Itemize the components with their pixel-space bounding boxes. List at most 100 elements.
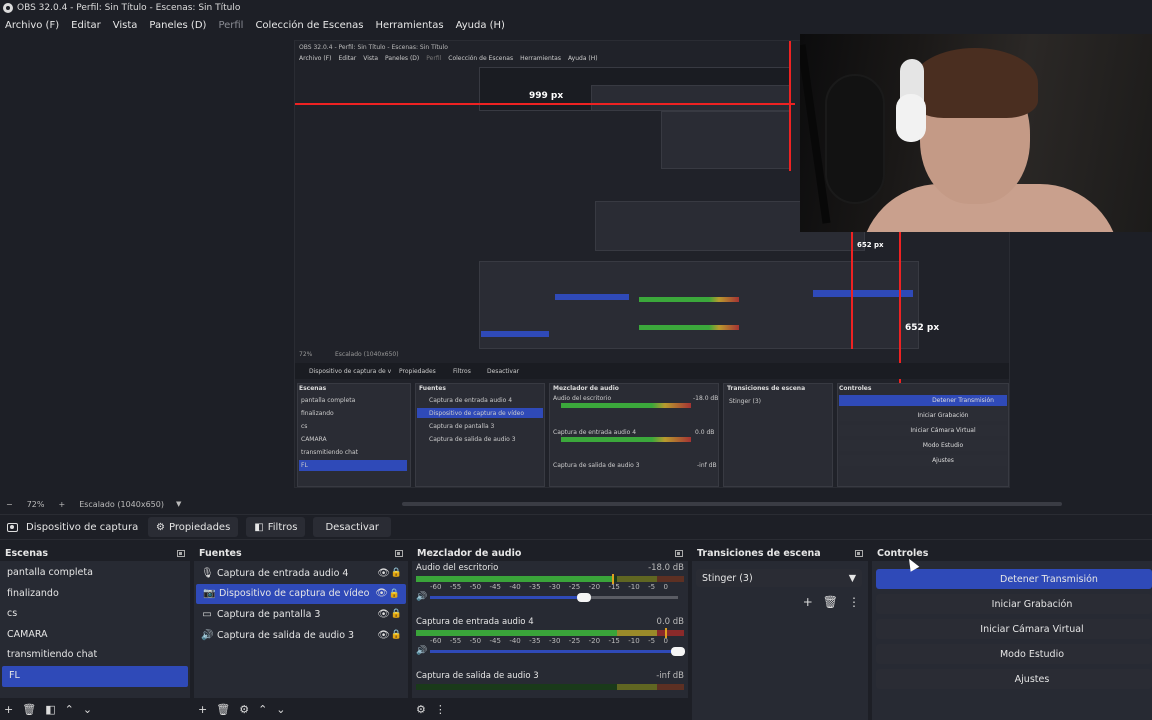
visibility-eye-icon[interactable]: 👁 [377, 568, 390, 579]
scene-item[interactable]: pantalla completa [0, 563, 190, 584]
meter-green-segment [416, 630, 617, 636]
meter-tick-label: 0 [663, 583, 668, 591]
transition-menu-icon[interactable]: ⋮ [848, 595, 860, 609]
meter-tick-label: -60 [430, 583, 442, 591]
meter-tick-label: -30 [548, 583, 561, 591]
remove-source-icon[interactable]: 🗑 [216, 703, 230, 716]
lock-icon[interactable]: 🔒 [391, 609, 402, 619]
nested-control-button: Iniciar Grabación [839, 410, 1007, 421]
volume-slider[interactable] [430, 592, 678, 602]
volume-slider-handle[interactable] [671, 646, 685, 656]
mixer-dock-header: Mezclador de audio [412, 545, 688, 561]
properties-button[interactable]: ⚙ Propiedades [148, 517, 239, 537]
source-item[interactable]: 🔊 Captura de salida de audio 3 👁 🔒 [194, 625, 408, 646]
source-label: Captura de pantalla 3 [217, 608, 321, 620]
visibility-eye-icon[interactable]: 👁 [377, 609, 390, 620]
measure-label-999: 999 px [529, 91, 564, 101]
start-recording-button[interactable]: Iniciar Grabación [876, 594, 1152, 614]
obs-logo-icon [3, 3, 13, 13]
move-down-icon[interactable]: ⌄ [276, 703, 285, 716]
nested-selected-source [555, 294, 629, 300]
scaled-resolution: Escalado (1040x650) [79, 499, 164, 509]
zoom-in-button[interactable]: + [58, 500, 65, 509]
source-label: Captura de salida de audio 3 [217, 629, 355, 641]
move-up-icon[interactable]: ⌃ [258, 703, 267, 716]
transition-select[interactable]: Stinger (3) ▼ [696, 569, 862, 587]
deactivate-button[interactable]: Desactivar [313, 517, 392, 537]
start-virtual-camera-button[interactable]: Iniciar Cámara Virtual [876, 619, 1152, 639]
add-source-icon[interactable]: + [198, 703, 207, 716]
deactivate-label: Desactivar [325, 521, 380, 533]
settings-button[interactable]: Ajustes [876, 669, 1152, 689]
camera-icon [7, 522, 18, 532]
source-item[interactable]: 🎙 Captura de entrada audio 4 👁 🔒 [194, 563, 408, 584]
add-transition-icon[interactable]: + [803, 595, 813, 609]
menu-ayuda[interactable]: Ayuda (H) [456, 20, 505, 31]
meter-tick-label: -10 [628, 637, 640, 645]
source-properties-icon[interactable]: ⚙ [239, 703, 249, 716]
remove-scene-icon[interactable]: 🗑 [22, 703, 36, 716]
filters-label: Filtros [267, 521, 298, 533]
mixer-settings-icon[interactable]: ⚙ [416, 703, 426, 716]
mixer-channel-header: Captura de salida de audio 3 -inf dB [416, 669, 684, 681]
volume-slider[interactable] [430, 646, 685, 656]
preview-horizontal-scrollbar[interactable] [402, 502, 1062, 506]
mixer-menu-icon[interactable]: ⋮ [435, 703, 446, 716]
scene-item-selected[interactable]: FL [2, 665, 188, 687]
transitions-dock-title: Transiciones de escena [697, 547, 821, 559]
move-down-icon[interactable]: ⌄ [83, 703, 92, 716]
nested-panel-mixer: Mezclador de audio [553, 385, 619, 392]
preview-canvas[interactable]: OBS 32.0.4 - Perfil: Sin Título - Escena… [0, 34, 1152, 497]
nested-scene-selected-bg [299, 460, 407, 471]
move-up-icon[interactable]: ⌃ [65, 703, 74, 716]
menu-paneles[interactable]: Paneles (D) [149, 20, 206, 31]
scene-item[interactable]: finalizando [0, 584, 190, 605]
remove-transition-icon[interactable]: 🗑 [823, 595, 838, 609]
menu-herramientas[interactable]: Herramientas [375, 20, 443, 31]
measure-line-vertical [789, 41, 791, 171]
meter-red-segment [657, 684, 684, 690]
meter-tick-label: -40 [509, 637, 521, 645]
scale-dropdown-icon[interactable]: ▼ [176, 500, 181, 508]
source-label: Captura de entrada audio 4 [217, 567, 349, 579]
menu-archivo[interactable]: Archivo (F) [5, 20, 59, 31]
stop-streaming-button[interactable]: Detener Transmisión [876, 569, 1152, 589]
nested-menu-item: Herramientas [520, 55, 561, 62]
scene-filters-icon[interactable]: ◧ [45, 703, 55, 716]
float-dock-icon[interactable] [855, 549, 863, 557]
volume-slider-handle[interactable] [576, 592, 591, 602]
filters-button[interactable]: ◧ Filtros [246, 517, 306, 537]
camera-icon: 📷 [203, 588, 216, 600]
menu-coleccion-escenas[interactable]: Colección de Escenas [255, 20, 363, 31]
meter-tick-label: -5 [648, 637, 656, 645]
nested-meter [561, 403, 691, 408]
menu-editar[interactable]: Editar [71, 20, 101, 31]
float-dock-icon[interactable] [675, 549, 683, 557]
meter-tick-label: -20 [588, 637, 601, 645]
lock-icon[interactable]: 🔒 [389, 589, 400, 599]
speaker-icon[interactable]: 🔊 [416, 592, 430, 602]
studio-mode-button[interactable]: Modo Estudio [876, 644, 1152, 664]
menu-bar: Archivo (F) Editar Vista Paneles (D) Per… [0, 16, 1152, 34]
menu-vista[interactable]: Vista [113, 20, 138, 31]
visibility-eye-icon[interactable]: 👁 [375, 588, 388, 599]
nested-control-button: Modo Estudio [839, 440, 1007, 451]
speaker-icon[interactable]: 🔊 [416, 646, 430, 656]
lock-icon[interactable]: 🔒 [391, 568, 402, 578]
nested-mixer-db: -inf dB [697, 462, 717, 469]
source-item[interactable]: ▭ Captura de pantalla 3 👁 🔒 [194, 604, 408, 625]
volume-slider-rest [583, 595, 678, 599]
scene-item[interactable]: transmitiendo chat [0, 645, 190, 666]
add-scene-icon[interactable]: + [4, 703, 13, 716]
scene-item[interactable]: cs [0, 604, 190, 625]
zoom-out-button[interactable]: − [6, 500, 13, 509]
meter-peak-marker [665, 628, 668, 638]
visibility-eye-icon[interactable]: 👁 [377, 630, 390, 641]
float-dock-icon[interactable] [395, 549, 403, 557]
meter-tick-label: -45 [489, 583, 501, 591]
menu-perfil[interactable]: Perfil [218, 20, 243, 31]
lock-icon[interactable]: 🔒 [391, 630, 402, 640]
scene-item[interactable]: CAMARA [0, 625, 190, 646]
float-dock-icon[interactable] [177, 549, 185, 557]
source-item-selected[interactable]: 📷 Dispositivo de captura de vídeo 👁 🔒 [196, 583, 406, 605]
